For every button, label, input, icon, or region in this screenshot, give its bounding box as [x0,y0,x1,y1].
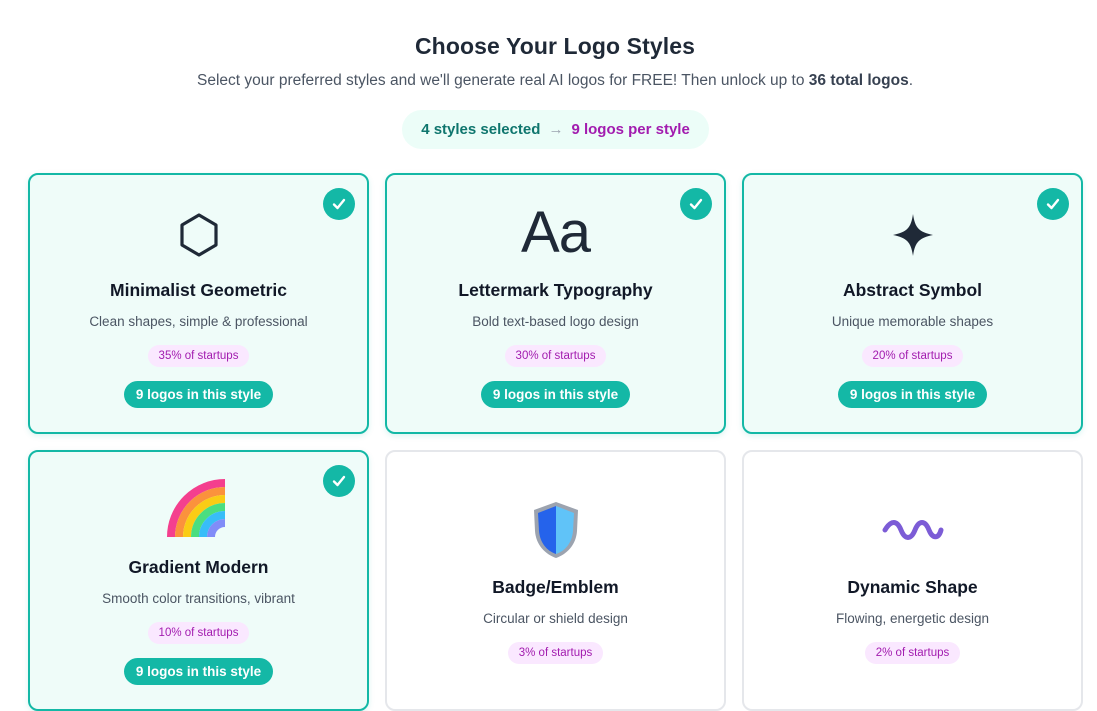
lettermark-glyph: Aa [521,200,591,265]
style-name: Minimalist Geometric [110,280,287,300]
style-description: Bold text-based logo design [472,314,639,329]
logo-count-badge: 9 logos in this style [123,658,274,685]
styles-selected-count: 4 styles selected [421,121,541,138]
style-description: Clean shapes, simple & professional [89,314,308,329]
selection-summary: 4 styles selected → 9 logos per style [402,110,709,149]
style-card-dynamic-shape[interactable]: Dynamic Shape Flowing, energetic design … [742,450,1083,711]
style-name: Gradient Modern [128,557,269,577]
logo-count-badge: 9 logos in this style [837,381,988,408]
rainbow-icon [30,479,367,540]
popularity-badge: 3% of startups [507,642,604,664]
style-name: Lettermark Typography [458,280,653,300]
subtitle-text: Select your preferred styles and we'll g… [196,72,809,89]
subtitle-total: 36 total logos [808,72,909,89]
lettermark-icon: Aa [387,203,724,263]
subtitle-end: . [908,72,914,89]
logos-per-style: 9 logos per style [571,121,690,138]
popularity-badge: 20% of startups [861,345,964,367]
popularity-badge: 10% of startups [147,622,250,644]
popularity-badge: 30% of startups [504,345,607,367]
style-description: Circular or shield design [483,611,628,626]
hexagon-icon [30,205,367,265]
style-description: Unique memorable shapes [831,314,994,329]
popularity-badge: 35% of startups [147,345,250,367]
popularity-badge: 2% of startups [864,642,961,664]
style-card-minimalist-geometric[interactable]: Minimalist Geometric Clean shapes, simpl… [28,173,369,434]
four-point-star-icon [744,205,1081,265]
page-title: Choose Your Logo Styles [414,33,696,59]
wave-icon [744,500,1081,560]
style-description: Flowing, energetic design [835,611,990,626]
style-card-badge-emblem[interactable]: Badge/Emblem Circular or shield design 3… [385,450,726,711]
logo-count-badge: 9 logos in this style [480,381,631,408]
style-card-lettermark-typography[interactable]: Aa Lettermark Typography Bold text-based… [385,173,726,434]
style-card-abstract-symbol[interactable]: Abstract Symbol Unique memorable shapes … [742,173,1083,434]
logo-count-badge: 9 logos in this style [123,381,274,408]
page-subtitle: Select your preferred styles and we'll g… [0,72,1097,90]
shield-icon [387,500,724,560]
arrow-icon: → [548,121,564,138]
style-name: Abstract Symbol [842,280,983,300]
style-name: Badge/Emblem [492,577,619,597]
style-card-gradient-modern[interactable]: Gradient Modern Smooth color transitions… [28,450,369,711]
style-description: Smooth color transitions, vibrant [102,591,295,606]
style-name: Dynamic Shape [847,577,978,597]
